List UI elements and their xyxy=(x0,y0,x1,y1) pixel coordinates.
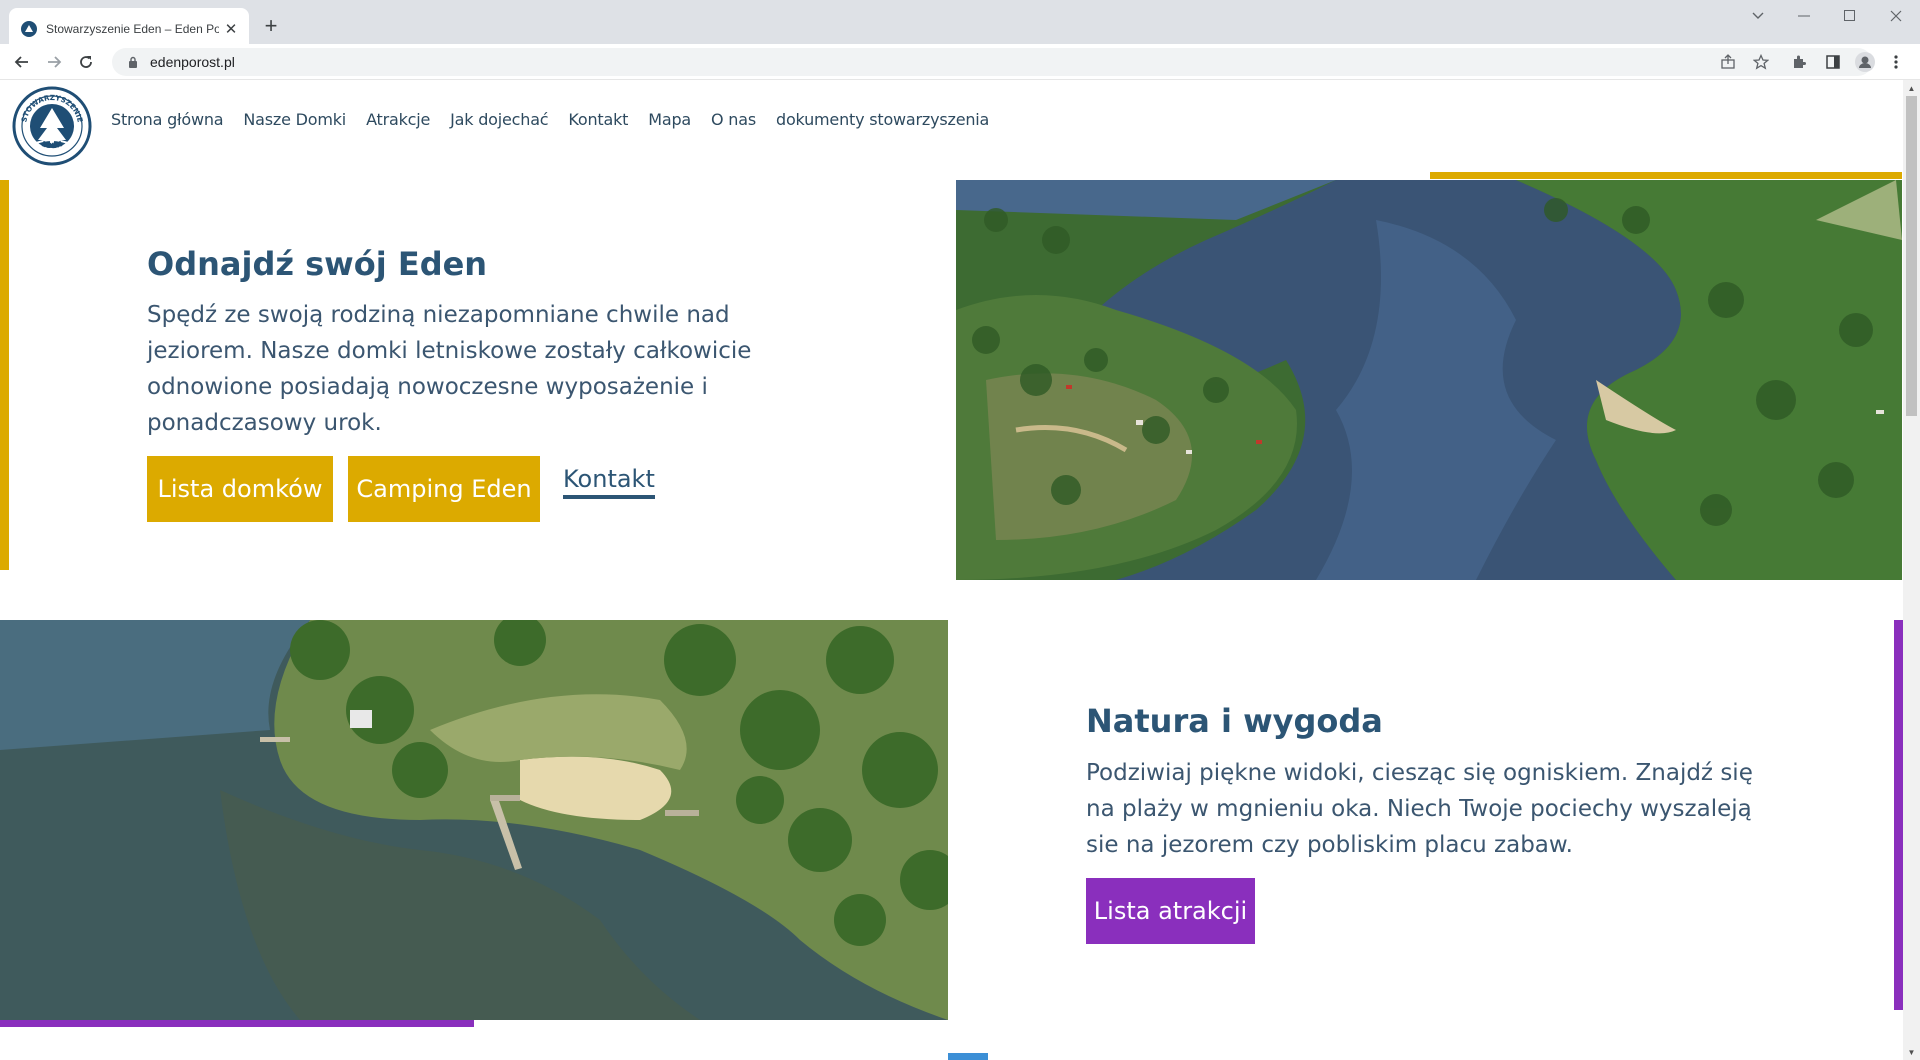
purple-accent-bar-right xyxy=(1894,620,1903,1010)
site-favicon-icon xyxy=(21,21,37,37)
profile-icon[interactable] xyxy=(1855,52,1875,72)
gold-accent-bar xyxy=(1430,172,1902,179)
menu-icon[interactable] xyxy=(1886,52,1906,72)
scroll-thumb[interactable] xyxy=(1906,96,1917,416)
close-tab-icon[interactable]: ✕ xyxy=(223,21,239,38)
lake-aerial-image xyxy=(956,180,1902,580)
nav-item-documents[interactable]: dokumenty stowarzyszenia xyxy=(776,110,989,129)
nav-item-directions[interactable]: Jak dojechać xyxy=(450,110,548,129)
nav-item-map[interactable]: Mapa xyxy=(648,110,691,129)
star-icon[interactable] xyxy=(1751,52,1771,72)
section-heading-nature: Natura i wygoda xyxy=(1086,702,1383,740)
cottage-list-button[interactable]: Lista domków xyxy=(147,456,333,522)
nav-item-cottages[interactable]: Nasze Domki xyxy=(243,110,346,129)
tab-title: Stowarzyszenie Eden – Eden Porost xyxy=(46,22,219,36)
page-scrollbar[interactable]: ▲ ▼ xyxy=(1903,80,1920,1060)
section-text-family: Spędź ze swoją rodziną niezapomniane chw… xyxy=(147,302,752,436)
contact-link[interactable]: Kontakt xyxy=(563,465,655,499)
minimize-icon[interactable] xyxy=(1781,0,1827,32)
main-navigation: Strona główna Nasze Domki Atrakcje Jak d… xyxy=(111,110,1009,129)
section-text-nature: Podziwiaj piękne widoki, ciesząc się ogn… xyxy=(1086,760,1753,858)
maximize-icon[interactable] xyxy=(1827,0,1873,32)
nav-item-contact[interactable]: Kontakt xyxy=(568,110,628,129)
beach-aerial-image xyxy=(0,620,948,1020)
url-text: edenporost.pl xyxy=(150,54,235,70)
lock-icon[interactable] xyxy=(126,55,140,69)
nav-item-about[interactable]: O nas xyxy=(711,110,756,129)
nav-item-home[interactable]: Strona główna xyxy=(111,110,224,129)
scroll-down-icon[interactable]: ▼ xyxy=(1903,1044,1920,1060)
new-tab-icon[interactable]: + xyxy=(258,13,284,39)
browser-toolbar: edenporost.pl xyxy=(0,44,1920,80)
browser-tabbar: Stowarzyszenie Eden – Eden Porost ✕ + xyxy=(0,0,1920,50)
camping-eden-button[interactable]: Camping Eden xyxy=(348,456,540,522)
section-heading-find-eden: Odnajdź swój Eden xyxy=(147,245,488,283)
site-logo[interactable]: STOWARZYSZENIE EDEN xyxy=(12,86,92,166)
window-close-icon[interactable] xyxy=(1873,0,1919,32)
attractions-list-button[interactable]: Lista atrakcji xyxy=(1086,878,1255,944)
sidepanel-icon[interactable] xyxy=(1823,52,1843,72)
purple-accent-bar xyxy=(0,1020,474,1027)
nav-item-attractions[interactable]: Atrakcje xyxy=(366,110,430,129)
address-bar[interactable]: edenporost.pl xyxy=(112,48,1872,76)
share-icon[interactable] xyxy=(1718,52,1738,72)
back-icon[interactable] xyxy=(10,50,34,74)
scroll-up-icon[interactable]: ▲ xyxy=(1903,80,1920,96)
web-page: STOWARZYSZENIE EDEN Strona główna Nasze … xyxy=(0,80,1920,1060)
extensions-icon[interactable] xyxy=(1789,52,1809,72)
bottom-section-marker xyxy=(948,1053,988,1060)
reload-icon[interactable] xyxy=(74,50,98,74)
tab-search-icon[interactable] xyxy=(1735,0,1781,32)
forward-icon[interactable] xyxy=(42,50,66,74)
gold-accent-bar-left xyxy=(0,180,9,570)
